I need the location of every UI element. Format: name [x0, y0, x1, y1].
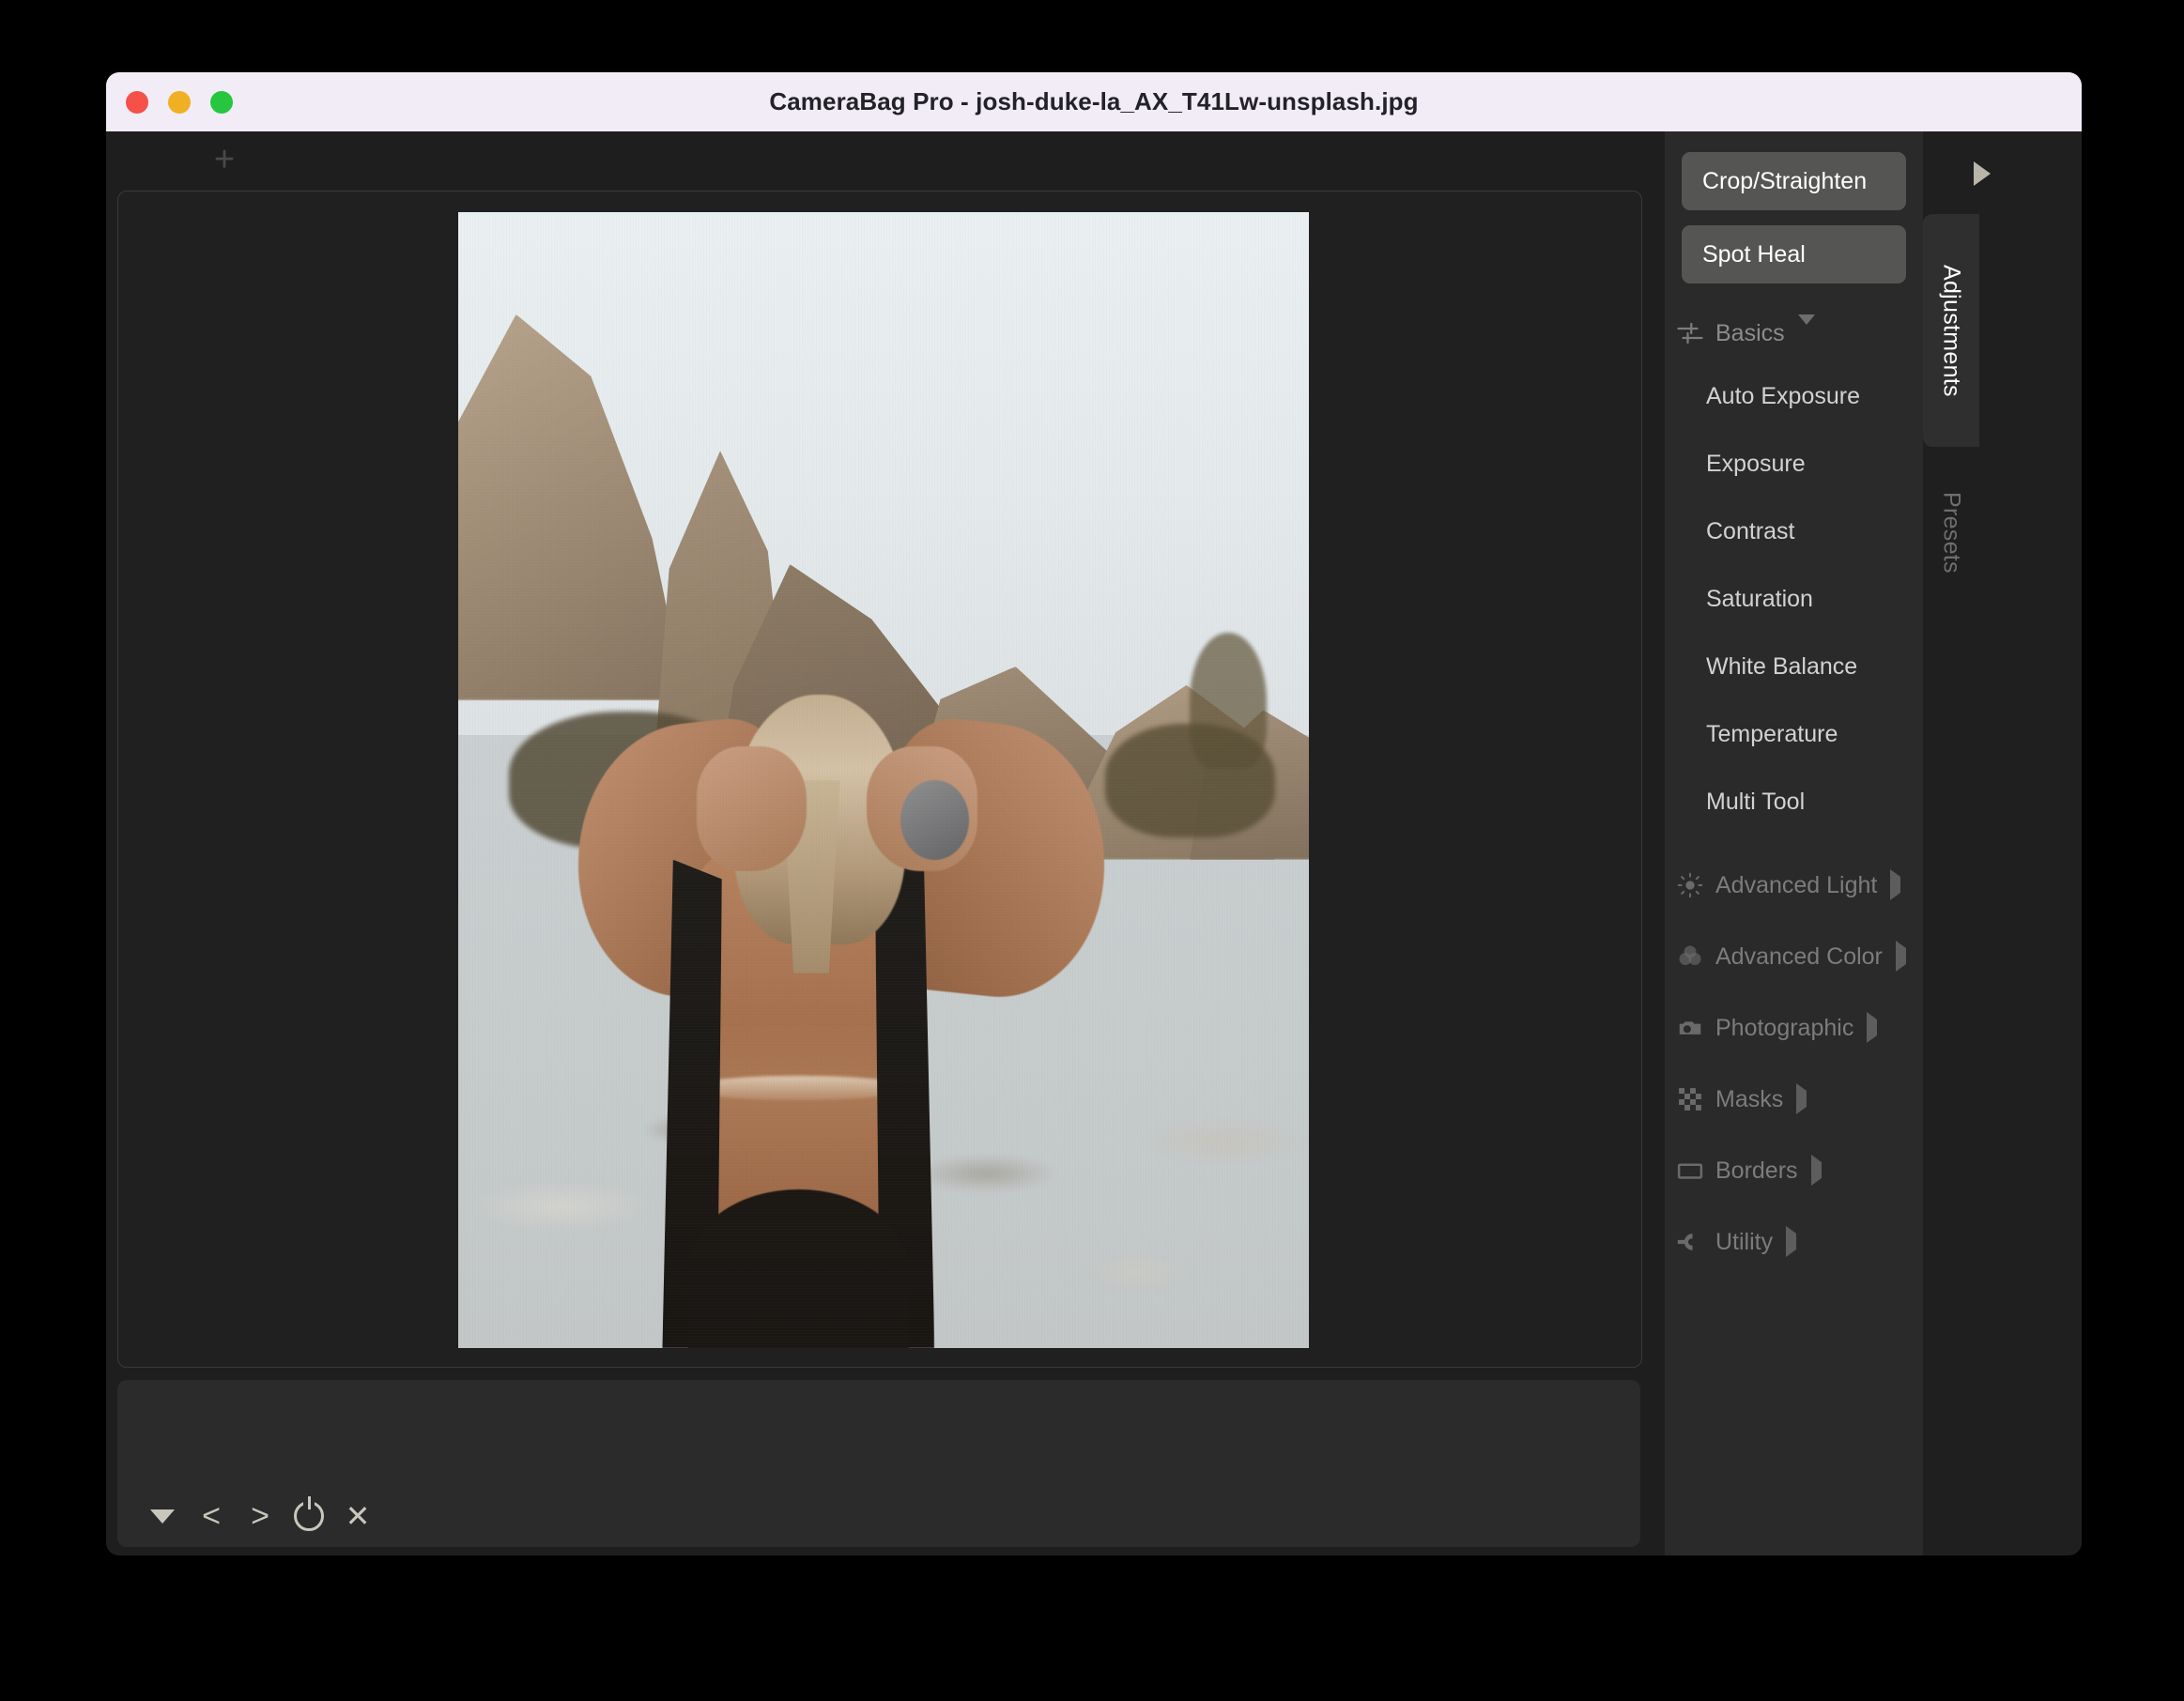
previous-image-button[interactable]: < [187, 1494, 236, 1539]
next-image-button[interactable]: > [236, 1494, 285, 1539]
section-label-photographic: Photographic [1715, 1014, 1854, 1041]
close-window-button[interactable] [126, 90, 148, 114]
item-label: Saturation [1706, 585, 1813, 612]
section-header-photographic[interactable]: Photographic [1665, 1006, 1923, 1050]
section-header-masks[interactable]: Masks [1665, 1078, 1923, 1121]
crop-straighten-label: Crop/Straighten [1702, 167, 1868, 194]
adjustment-item-temperature[interactable]: Temperature [1665, 700, 1923, 768]
spot-heal-button[interactable]: Spot Heal [1682, 225, 1906, 284]
chevron-right-icon[interactable] [1786, 1226, 1797, 1257]
adjustment-item-white-balance[interactable]: White Balance [1665, 633, 1923, 700]
chevron-right-icon[interactable] [1890, 869, 1901, 900]
tab-adjustments-label: Adjustments [1938, 264, 1965, 397]
wrench-icon [1674, 1226, 1706, 1258]
chevron-right-icon[interactable] [1796, 1083, 1807, 1114]
add-image-icon[interactable]: + [211, 142, 238, 177]
section-header-advanced-color[interactable]: Advanced Color [1665, 935, 1923, 978]
adjustments-panel: Crop/Straighten Spot Heal Basics Auto Ex [1665, 131, 1923, 1555]
section-header-utility[interactable]: Utility [1665, 1220, 1923, 1264]
close-image-button[interactable]: ✕ [333, 1494, 382, 1539]
app-window: CameraBag Pro - josh-duke-la_AX_T41Lw-un… [106, 72, 2082, 1555]
tab-presets[interactable]: Presets [1923, 462, 1979, 603]
crop-straighten-button[interactable]: Crop/Straighten [1682, 152, 1906, 210]
section-label-basics: Basics [1715, 319, 1785, 346]
rectangle-icon [1674, 1155, 1706, 1187]
item-label: White Balance [1706, 652, 1858, 680]
section-label-advanced-light: Advanced Light [1715, 871, 1878, 898]
sliders-icon [1674, 317, 1706, 349]
spot-heal-label: Spot Heal [1702, 240, 1806, 268]
section-header-borders[interactable]: Borders [1665, 1149, 1923, 1192]
window-body: + < > ✕ Crop/Straighten Spot Heal Basics… [106, 131, 2082, 1555]
triangle-down-icon [150, 1509, 175, 1524]
triangle-right-icon[interactable] [1974, 161, 1991, 186]
section-label-utility: Utility [1715, 1228, 1774, 1255]
edited-photo[interactable] [458, 212, 1309, 1348]
section-label-borders: Borders [1715, 1157, 1798, 1184]
adjustment-item-saturation[interactable]: Saturation [1665, 565, 1923, 633]
chevron-right-icon: > [251, 1498, 269, 1534]
item-label: Multi Tool [1706, 788, 1806, 815]
section-label-masks: Masks [1715, 1085, 1784, 1112]
tab-adjustments[interactable]: Adjustments [1923, 214, 1979, 447]
chevron-right-icon[interactable] [1810, 1155, 1822, 1186]
section-label-advanced-color: Advanced Color [1715, 942, 1883, 970]
chevron-right-icon[interactable] [1867, 1012, 1878, 1043]
minimize-window-button[interactable] [168, 90, 191, 114]
toggle-original-button[interactable] [285, 1494, 333, 1539]
expand-filmstrip-button[interactable] [138, 1494, 187, 1539]
adjustment-item-auto-exposure[interactable]: Auto Exposure [1665, 362, 1923, 430]
filmstrip-toolbar: < > ✕ [117, 1485, 1640, 1547]
photo-grain [458, 212, 1309, 1348]
zoom-window-button[interactable] [210, 90, 233, 114]
section-header-advanced-light[interactable]: Advanced Light [1665, 864, 1923, 907]
tab-presets-label: Presets [1938, 491, 1965, 574]
window-title: CameraBag Pro - josh-duke-la_AX_T41Lw-un… [769, 87, 1419, 115]
chevron-down-icon[interactable] [1797, 314, 1815, 342]
power-icon [294, 1496, 324, 1531]
sun-icon [1674, 869, 1706, 901]
item-label: Exposure [1706, 450, 1806, 477]
basics-item-list: Auto Exposure Exposure Contrast Saturati… [1665, 362, 1923, 835]
top-tool-strip: + [106, 131, 1665, 191]
item-label: Auto Exposure [1706, 382, 1860, 409]
item-label: Temperature [1706, 720, 1838, 747]
filmstrip-panel[interactable]: < > ✕ [117, 1380, 1640, 1547]
checkerboard-icon [1674, 1083, 1706, 1115]
adjustment-item-exposure[interactable]: Exposure [1665, 430, 1923, 498]
color-circles-icon [1674, 941, 1706, 973]
section-header-basics[interactable]: Basics [1665, 312, 1923, 355]
adjustment-item-contrast[interactable]: Contrast [1665, 498, 1923, 565]
panel-tab-rail: Adjustments Presets [1923, 131, 2082, 1555]
chevron-right-icon[interactable] [1895, 941, 1906, 972]
camera-icon [1674, 1012, 1706, 1044]
title-bar: CameraBag Pro - josh-duke-la_AX_T41Lw-un… [106, 72, 2082, 131]
adjustment-item-multi-tool[interactable]: Multi Tool [1665, 768, 1923, 835]
close-icon: ✕ [345, 1499, 371, 1533]
traffic-lights [126, 72, 233, 131]
image-canvas[interactable] [117, 191, 1642, 1368]
chevron-left-icon: < [202, 1498, 221, 1534]
editor-column: + < > ✕ [106, 131, 1665, 1555]
item-label: Contrast [1706, 517, 1795, 544]
